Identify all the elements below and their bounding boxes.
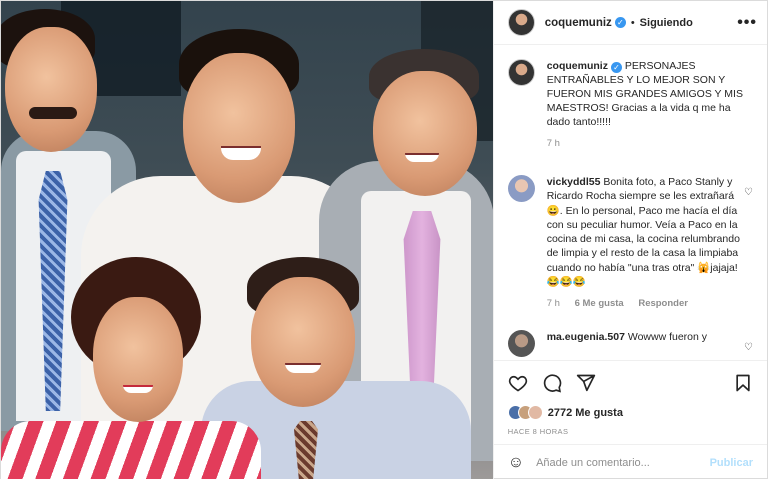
avatar[interactable] [507, 9, 535, 36]
comment-like-icon[interactable]: ♡ [744, 342, 753, 353]
comment-icon[interactable] [542, 373, 562, 393]
share-icon[interactable] [576, 373, 596, 393]
post-sidebar: coquemuniz ✓ • Siguiendo ••• coquemuniz ✓… [492, 1, 767, 479]
emoji-icon[interactable]: ☺ [508, 454, 524, 472]
add-comment-bar: ☺ Publicar [493, 444, 767, 479]
likes-label: Me gusta [575, 406, 623, 419]
comment-text: Bonita foto, a Paco Stanly y Ricardo Roc… [546, 176, 740, 289]
commenter-avatar[interactable] [507, 175, 535, 202]
caption-username[interactable]: coquemuniz [547, 60, 608, 72]
post-time-ago: HACE 8 HORAS [507, 427, 569, 436]
caption: coquemuniz ✓ PERSONAJES ENTRAÑABLES Y LO … [507, 59, 755, 151]
comment-input[interactable] [536, 456, 710, 469]
post-photo[interactable] [1, 1, 493, 479]
reply-button[interactable]: Responder [638, 298, 688, 309]
comment-text: Wowww fueron y [627, 330, 708, 343]
instagram-post: coquemuniz ✓ • Siguiendo ••• coquemuniz ✓… [0, 0, 768, 479]
heart-outline-icon[interactable] [508, 373, 528, 393]
comment-likes[interactable]: 6 Me gusta [575, 298, 624, 309]
post-header: coquemuniz ✓ • Siguiendo ••• [493, 1, 767, 45]
comments-scroll[interactable]: coquemuniz ✓ PERSONAJES ENTRAÑABLES Y LO … [494, 45, 767, 360]
more-options-icon[interactable]: ••• [737, 14, 757, 32]
header-username[interactable]: coquemuniz [545, 17, 612, 29]
caption-avatar[interactable] [507, 59, 535, 86]
publish-button[interactable]: Publicar [710, 457, 753, 469]
liker-avatar [527, 405, 543, 420]
comment: vickyddl55 Bonita foto, a Paco Stanly y … [507, 175, 755, 312]
comment: ma.eugenia.507 Wowww fueron y ♡ [507, 329, 755, 357]
bookmark-icon[interactable] [733, 373, 753, 393]
separator-dot: • [630, 16, 635, 29]
likes-row[interactable]: 2772 Me gusta [507, 405, 753, 420]
comment-username[interactable]: ma.eugenia.507 [547, 331, 625, 343]
caption-time: 7 h [546, 138, 560, 149]
commenter-avatar[interactable] [507, 329, 535, 357]
following-button[interactable]: Siguiendo [640, 17, 693, 29]
likes-count: 2772 [547, 406, 573, 419]
comment-time: 7 h [546, 298, 560, 310]
comment-username[interactable]: vickyddl55 [547, 176, 601, 188]
comment-like-icon[interactable]: ♡ [744, 187, 753, 198]
verified-badge-icon: ✓ [614, 17, 626, 28]
verified-badge-icon: ✓ [610, 62, 622, 73]
